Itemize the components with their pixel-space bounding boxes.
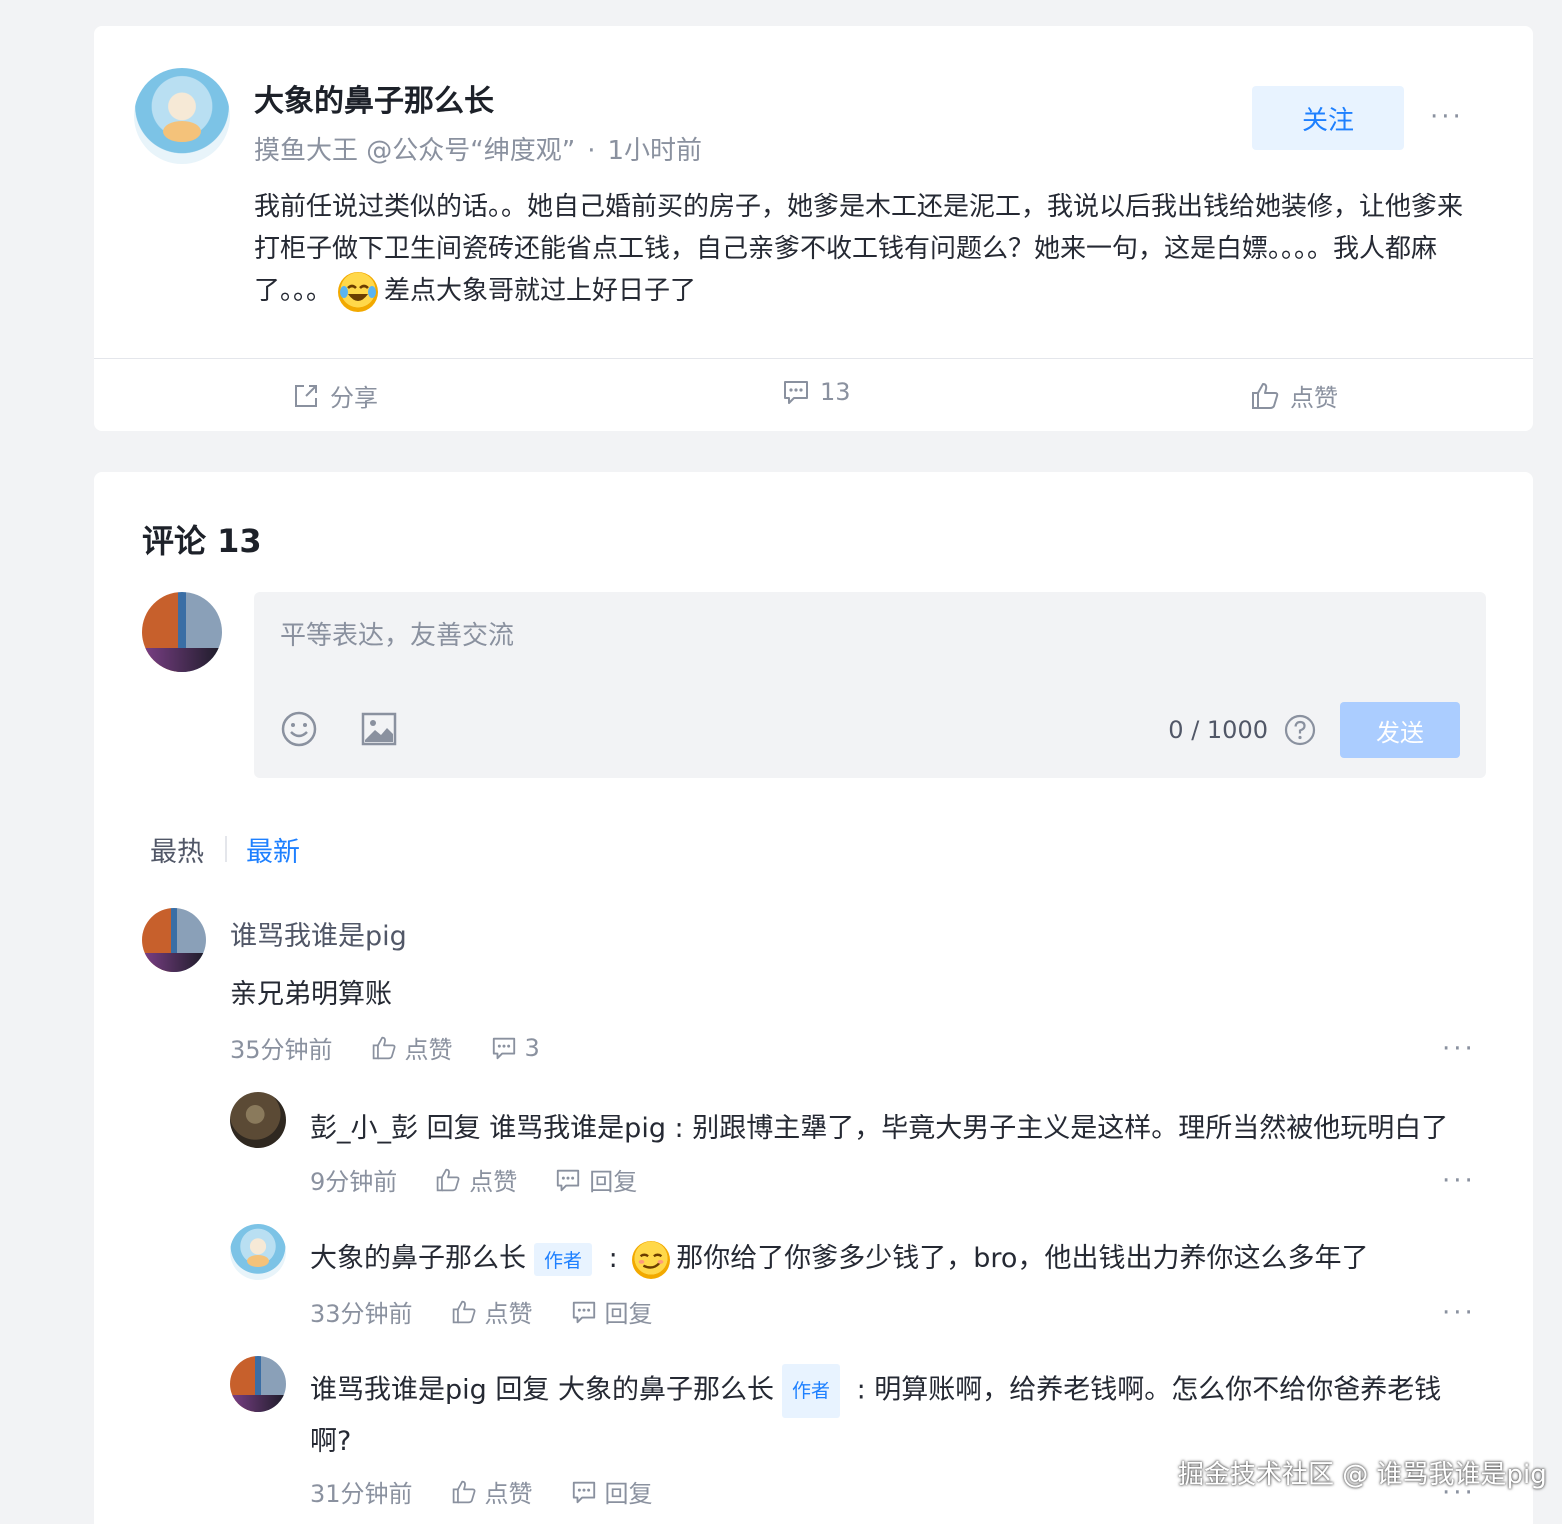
share-button[interactable]: 分享 (292, 378, 378, 413)
reply-keyword: 回复 (495, 1374, 550, 1406)
comment-more-icon[interactable]: ··· (1442, 1036, 1476, 1062)
reply-separator: : (847, 1374, 875, 1406)
reply-content: 别跟博主犟了，毕竟大男子主义是这样。理所当然被他玩明白了 (692, 1113, 1449, 1144)
comment-count: 13 (820, 378, 851, 406)
char-counter: 0 / 1000 (1168, 716, 1268, 744)
thumbs-up-icon (435, 1167, 461, 1193)
help-icon[interactable] (1284, 714, 1316, 746)
author-tag: 作者 (534, 1243, 593, 1276)
thumbs-up-icon (371, 1035, 397, 1061)
reply-content: 那你给了你爹多少钱了，bro，他出钱出力养你这么多年了 (676, 1243, 1369, 1274)
reply-target-name[interactable]: 大象的鼻子那么长 (558, 1375, 774, 1406)
thumbs-up-icon (451, 1479, 477, 1505)
reply-label: 回复 (589, 1168, 638, 1196)
thumbs-up-icon (451, 1299, 477, 1325)
follow-button[interactable]: 关注 (1252, 86, 1404, 150)
post-author-name[interactable]: 大象的鼻子那么长 (254, 76, 494, 120)
comment-button[interactable]: 13 (782, 378, 851, 406)
like-label: 点赞 (404, 1036, 453, 1064)
share-label: 分享 (330, 384, 378, 412)
comment-meta: 35分钟前 点赞 3 (230, 1030, 540, 1065)
image-upload-icon[interactable] (360, 710, 398, 748)
meta-dot: · (587, 136, 596, 166)
like-label: 点赞 (1290, 384, 1338, 412)
like-label: 点赞 (484, 1480, 533, 1508)
reply-author-name[interactable]: 大象的鼻子那么长 (310, 1243, 526, 1274)
reply-time: 33分钟前 (310, 1300, 413, 1328)
post-more-icon[interactable]: ··· (1430, 104, 1464, 130)
reply-author-name[interactable]: 彭_小_彭 (310, 1113, 418, 1144)
comment-content: 亲兄弟明算账 (230, 979, 392, 1010)
thumbs-up-icon (1250, 381, 1280, 411)
reply-avatar[interactable] (230, 1356, 286, 1412)
comment-icon (571, 1299, 597, 1325)
reply-like-button[interactable]: 点赞 (451, 1474, 533, 1509)
reply-more-icon[interactable]: ··· (1442, 1300, 1476, 1326)
reply-label: 回复 (604, 1480, 653, 1508)
send-button[interactable]: 发送 (1340, 702, 1460, 758)
comment-input[interactable] (280, 616, 1380, 656)
comment-icon (571, 1479, 597, 1505)
reply-label: 回复 (604, 1300, 653, 1328)
comment-icon (491, 1035, 517, 1061)
comment-time: 35分钟前 (230, 1036, 333, 1064)
comment-reply-button[interactable]: 3 (491, 1034, 540, 1062)
comment-icon (555, 1167, 581, 1193)
reply-separator: : (665, 1113, 693, 1144)
like-label: 点赞 (484, 1300, 533, 1328)
like-label: 点赞 (469, 1168, 518, 1196)
share-icon (292, 382, 320, 410)
reply-more-icon[interactable]: ··· (1442, 1168, 1476, 1194)
post-author-title: 摸鱼大王 @公众号“绅度观” (254, 136, 576, 166)
reply-avatar[interactable] (230, 1092, 286, 1148)
comment-icon (782, 378, 810, 406)
comment-like-button[interactable]: 点赞 (371, 1030, 453, 1065)
reply-like-button[interactable]: 点赞 (435, 1162, 517, 1197)
laugh-cry-emoji-icon (338, 271, 379, 312)
reply-target-name[interactable]: 谁骂我谁是pig (489, 1113, 666, 1144)
post-body: 我前任说过类似的话。。她自己婚前买的房子，她爹是木工还是泥工，我说以后我出钱给她… (254, 186, 1484, 312)
reply-avatar[interactable] (230, 1224, 286, 1280)
reply-line: 谁骂我谁是pig 回复 大象的鼻子那么长 作者 : 明算账啊，给养老钱啊。怎么你不… (310, 1364, 1480, 1466)
comment-editor: 0 / 1000 发送 (254, 592, 1486, 778)
reply-author-name[interactable]: 谁骂我谁是pig (310, 1375, 487, 1406)
comment-avatar[interactable] (142, 908, 206, 972)
author-tag: 作者 (781, 1364, 840, 1418)
comment-author-name[interactable]: 谁骂我谁是pig (230, 914, 407, 953)
emoji-picker-icon[interactable] (280, 710, 318, 748)
watermark: 掘金技术社区 @ 谁骂我谁是pig (1178, 1460, 1547, 1490)
smirk-emoji-icon (632, 1240, 671, 1279)
reply-reply-button[interactable]: 回复 (571, 1474, 653, 1509)
reply-meta: 33分钟前 点赞 回复 (310, 1294, 653, 1329)
comments-title: 评论 13 (142, 522, 262, 560)
current-user-avatar[interactable] (142, 592, 222, 672)
post-meta: 摸鱼大王 @公众号“绅度观” · 1小时前 (254, 130, 702, 167)
sort-new-tab[interactable]: 最新 (246, 830, 300, 869)
reply-count: 3 (524, 1033, 540, 1062)
reply-time: 9分钟前 (310, 1168, 398, 1196)
like-button[interactable]: 点赞 (1250, 378, 1338, 413)
sort-divider (225, 836, 227, 862)
reply-reply-button[interactable]: 回复 (571, 1294, 653, 1329)
reply-keyword: 回复 (426, 1113, 481, 1144)
reply-time: 31分钟前 (310, 1480, 413, 1508)
post-author-avatar[interactable] (134, 68, 230, 164)
reply-meta: 31分钟前 点赞 回复 (310, 1474, 653, 1509)
reply-meta: 9分钟前 点赞 回复 (310, 1162, 637, 1197)
reply-separator: : (600, 1243, 627, 1274)
post-body-text-2: 差点大象哥就过上好日子了 (384, 276, 697, 306)
reply-line: 彭_小_彭 回复 谁骂我谁是pig : 别跟博主犟了，毕竟大男子主义是这样。理所… (310, 1106, 1448, 1145)
post-time: 1小时前 (607, 136, 703, 166)
reply-reply-button[interactable]: 回复 (555, 1162, 637, 1197)
post-divider (94, 358, 1533, 359)
reply-like-button[interactable]: 点赞 (451, 1294, 533, 1329)
reply-line: 大象的鼻子那么长 作者 : 那你给了你爹多少钱了，bro，他出钱出力养你这么多年了 (310, 1236, 1368, 1279)
sort-hot-tab[interactable]: 最热 (150, 830, 204, 869)
